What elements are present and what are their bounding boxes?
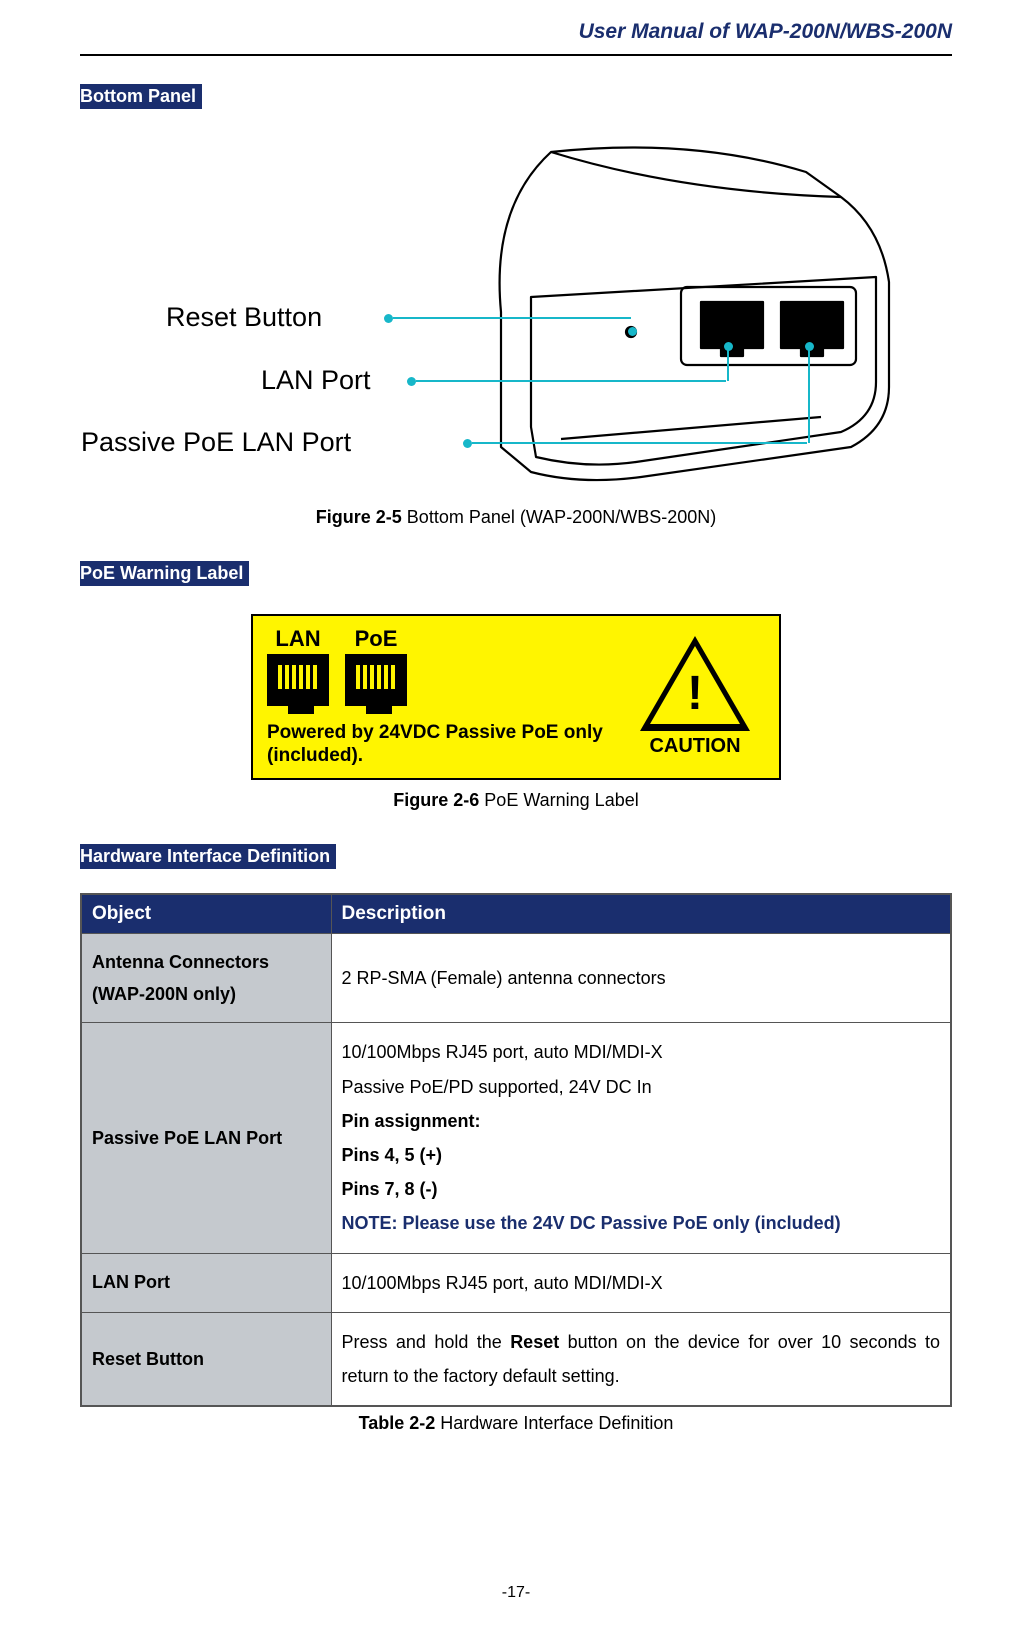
section-heading-hw-def: Hardware Interface Definition [80,844,336,869]
cell-reset-obj: Reset Button [81,1312,331,1406]
figure-2-5-caption: Figure 2-5 Bottom Panel (WAP-200N/WBS-20… [80,507,952,528]
section-heading-poe-warning: PoE Warning Label [80,561,249,586]
poe-desc-l4: Pins 4, 5 (+) [342,1145,443,1165]
cell-poe-desc: 10/100Mbps RJ45 port, auto MDI/MDI-X Pas… [331,1023,951,1253]
hardware-interface-table: Object Description Antenna Connectors (W… [80,893,952,1407]
table-2-2-text: Hardware Interface Definition [435,1413,673,1433]
reset-desc-pre: Press and hold the [342,1332,511,1352]
table-2-2-label: Table 2-2 [359,1413,436,1433]
caution-text: CAUTION [649,735,740,758]
poe-desc-l1: 10/100Mbps RJ45 port, auto MDI/MDI-X [342,1042,663,1062]
table-2-2-caption: Table 2-2 Hardware Interface Definition [80,1413,952,1434]
cell-reset-desc: Press and hold the Reset button on the d… [331,1312,951,1406]
callout-passive-poe: Passive PoE LAN Port [81,427,351,458]
callout-lan-port: LAN Port [261,365,371,396]
cell-lan-obj: LAN Port [81,1253,331,1312]
poe-warning-text: Powered by 24VDC Passive PoE only (inclu… [267,722,625,768]
figure-2-6-text: PoE Warning Label [479,790,638,810]
poe-desc-l3: Pin assignment: [342,1111,481,1131]
figure-2-6-label: Figure 2-6 [393,790,479,810]
callout-reset-button: Reset Button [166,302,322,333]
cell-lan-desc: 10/100Mbps RJ45 port, auto MDI/MDI-X [331,1253,951,1312]
poe-desc-l5: Pins 7, 8 (-) [342,1179,438,1199]
table-row: Reset Button Press and hold the Reset bu… [81,1312,951,1406]
table-row: Passive PoE LAN Port 10/100Mbps RJ45 por… [81,1023,951,1253]
cell-poe-obj: Passive PoE LAN Port [81,1023,331,1253]
cell-antenna-desc: 2 RP-SMA (Female) antenna connectors [331,933,951,1023]
poe-label-port-poe: PoE [345,626,407,652]
caution-triangle-icon: ! [640,636,750,731]
table-header-description: Description [331,894,951,934]
cell-antenna-obj: Antenna Connectors (WAP-200N only) [81,933,331,1023]
rj45-icon [345,654,407,706]
antenna-obj-line2: (WAP-200N only) [92,984,236,1004]
figure-2-6-caption: Figure 2-6 PoE Warning Label [80,790,952,811]
poe-warning-label: LAN PoE Powered by 24VDC Passive PoE onl… [251,614,781,780]
figure-2-5-text: Bottom Panel (WAP-200N/WBS-200N) [402,507,716,527]
table-row: LAN Port 10/100Mbps RJ45 port, auto MDI/… [81,1253,951,1312]
table-header-object: Object [81,894,331,934]
bottom-panel-diagram: Reset Button LAN Port Passive PoE LAN Po… [81,127,951,497]
antenna-obj-line1: Antenna Connectors [92,952,269,972]
reset-desc-bold: Reset [510,1332,559,1352]
page-header-title: User Manual of WAP-200N/WBS-200N [80,0,952,56]
poe-desc-note: NOTE: Please use the 24V DC Passive PoE … [342,1213,841,1233]
figure-2-5-label: Figure 2-5 [316,507,402,527]
page-number: -17- [0,1584,1032,1602]
table-row: Antenna Connectors (WAP-200N only) 2 RP-… [81,933,951,1023]
section-heading-bottom-panel: Bottom Panel [80,84,202,109]
rj45-icon [267,654,329,706]
poe-label-port-lan: LAN [267,626,329,652]
poe-desc-l2: Passive PoE/PD supported, 24V DC In [342,1077,652,1097]
